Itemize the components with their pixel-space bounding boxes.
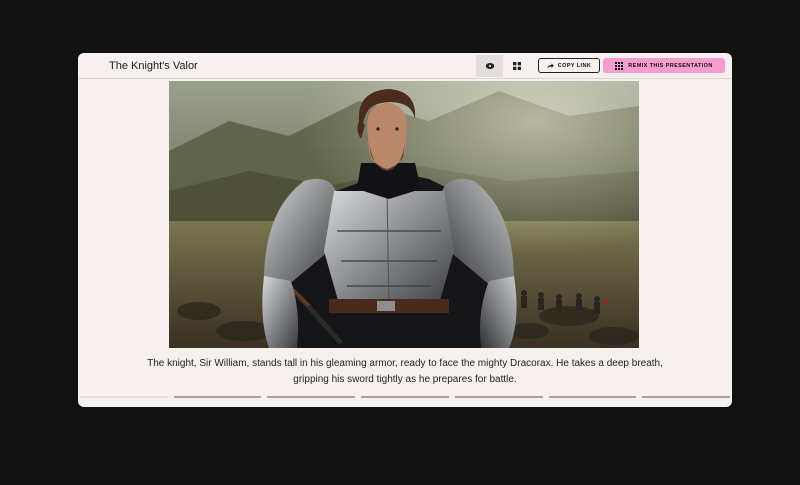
- share-arrow-icon: [547, 63, 554, 68]
- view-toggle-group: [476, 55, 530, 77]
- slide-progress-bar: [78, 396, 732, 399]
- progress-segment[interactable]: [80, 396, 168, 398]
- view-slide-button[interactable]: [476, 55, 503, 77]
- slide-image: [169, 81, 639, 348]
- top-bar: The Knight's Valor COPY LINK REMIX THIS …: [78, 53, 732, 79]
- grid-icon: [615, 61, 624, 70]
- progress-segment[interactable]: [173, 396, 262, 398]
- progress-segment[interactable]: [642, 396, 730, 398]
- knight-in-armor-photo: [169, 81, 639, 348]
- remix-presentation-button[interactable]: REMIX THIS PRESENTATION: [603, 58, 725, 73]
- progress-segment[interactable]: [267, 396, 356, 398]
- remix-label: REMIX THIS PRESENTATION: [628, 62, 713, 69]
- progress-segment[interactable]: [454, 396, 543, 398]
- presentation-window: The Knight's Valor COPY LINK REMIX THIS …: [78, 53, 732, 407]
- copy-link-button[interactable]: COPY LINK: [538, 58, 600, 73]
- eye-icon: [485, 63, 494, 69]
- copy-link-label: COPY LINK: [557, 62, 592, 69]
- slide-caption: The knight, Sir William, stands tall in …: [147, 358, 663, 385]
- progress-segment[interactable]: [548, 396, 637, 398]
- view-grid-button[interactable]: [503, 55, 530, 77]
- grid-view-icon: [512, 62, 521, 70]
- progress-segment[interactable]: [361, 396, 449, 398]
- presentation-title: The Knight's Valor: [109, 60, 198, 72]
